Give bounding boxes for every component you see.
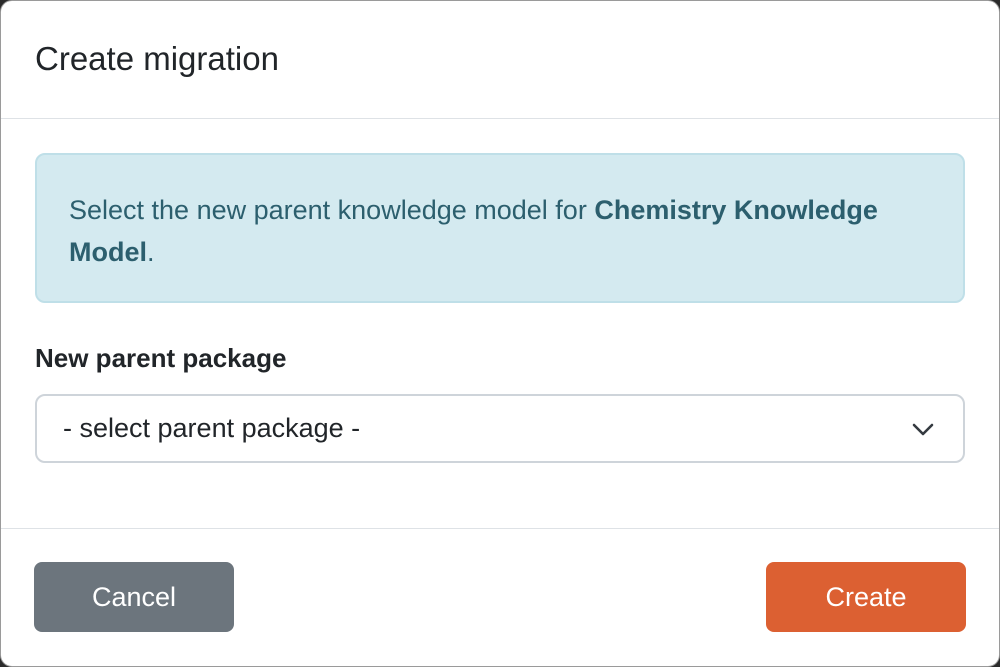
- modal-title: Create migration: [35, 39, 279, 77]
- alert-suffix: .: [147, 237, 155, 267]
- modal-header: Create migration: [1, 1, 999, 119]
- create-migration-modal: Create migration Select the new parent k…: [0, 0, 1000, 667]
- parent-package-select[interactable]: - select parent package -: [35, 394, 965, 463]
- cancel-button[interactable]: Cancel: [34, 562, 234, 632]
- chevron-down-icon: [912, 423, 934, 436]
- info-alert: Select the new parent knowledge model fo…: [35, 153, 965, 303]
- create-button[interactable]: Create: [766, 562, 966, 632]
- select-value: - select parent package -: [63, 413, 361, 443]
- parent-package-label: New parent package: [35, 343, 287, 373]
- modal-footer: Cancel Create: [1, 529, 999, 665]
- modal-body: Select the new parent knowledge model fo…: [1, 119, 999, 529]
- alert-text: Select the new parent knowledge model fo…: [69, 195, 595, 225]
